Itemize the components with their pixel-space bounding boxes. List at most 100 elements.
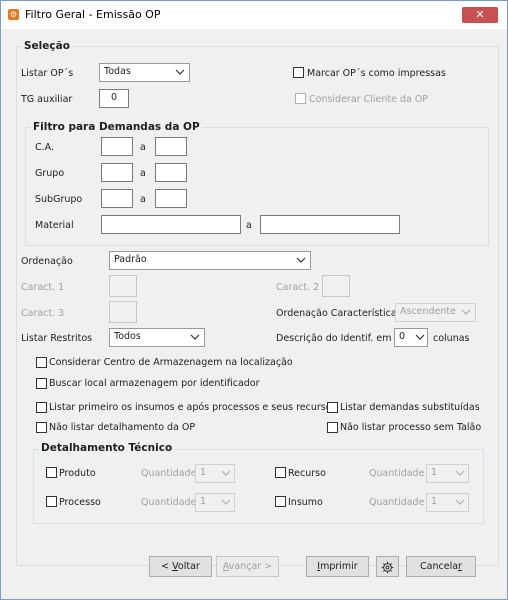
chevron-down-icon — [461, 309, 471, 315]
caract3-label: Caract. 3 — [21, 308, 65, 319]
processo-label: Processo — [59, 497, 101, 508]
listar-ops-select[interactable]: Todas — [99, 63, 190, 82]
produto-checkbox[interactable] — [46, 467, 57, 478]
caract2-label: Caract. 2 — [276, 282, 320, 293]
chevron-down-icon — [221, 470, 231, 476]
centro-checkbox[interactable] — [36, 357, 47, 368]
subgrupo-a-label: a — [140, 194, 146, 205]
listar-restritos-select[interactable]: Todos — [109, 328, 205, 347]
processo-checkbox[interactable] — [46, 496, 57, 507]
avancar-button[interactable]: Avançar > — [216, 556, 279, 577]
ordenacao-caract-label: Ordenação Característica — [276, 308, 397, 319]
ordenacao-select[interactable]: Padrão — [109, 251, 311, 270]
grupo-a-label: a — [140, 168, 146, 179]
chevron-down-icon — [296, 257, 306, 263]
tg-auxiliar-input[interactable]: 0 — [99, 89, 129, 108]
close-icon: ✕ — [475, 8, 485, 21]
title-bar: ⚙ Filtro Geral - Emissão OP ✕ — [1, 1, 507, 29]
considerar-cliente-checkbox[interactable] — [295, 93, 306, 104]
ca-from-input[interactable] — [101, 137, 133, 156]
listar-restritos-label: Listar Restritos — [21, 333, 93, 344]
recurso-label: Recurso — [288, 468, 326, 479]
chevron-down-icon — [221, 499, 231, 505]
substituidas-checkbox[interactable] — [327, 402, 338, 413]
buscar-label: Buscar local armazenagem por identificad… — [49, 378, 260, 389]
colunas-label: colunas — [433, 333, 470, 344]
produto-quantidade-label: Quantidade — [141, 468, 197, 479]
insumo-checkbox[interactable] — [275, 496, 286, 507]
listar-primeiro-checkbox[interactable] — [36, 402, 47, 413]
marcar-impressas-checkbox[interactable] — [293, 67, 304, 78]
tecnico-panel — [33, 449, 484, 524]
sem-talao-checkbox[interactable] — [327, 422, 338, 433]
recurso-quantidade-value: 1 — [431, 467, 438, 478]
descricao-value: 0 — [399, 331, 406, 342]
grupo-from-input[interactable] — [101, 163, 133, 182]
produto-label: Produto — [59, 468, 96, 479]
centro-label: Considerar Centro de Armazenagem na loca… — [49, 357, 293, 368]
buscar-checkbox[interactable] — [36, 378, 47, 389]
substituidas-label: Listar demandas substituídas — [340, 402, 480, 413]
insumo-quantidade-select[interactable]: 1 — [426, 493, 469, 512]
subgrupo-from-input[interactable] — [101, 189, 133, 208]
considerar-cliente-label: Considerar Cliente da OP — [309, 94, 429, 105]
chevron-down-icon — [415, 334, 425, 340]
tecnico-title: Detalhamento Técnico — [39, 442, 175, 454]
filtro-panel — [25, 127, 489, 246]
caract2-input[interactable] — [322, 275, 350, 297]
close-button[interactable]: ✕ — [462, 7, 498, 23]
caract1-label: Caract. 1 — [21, 282, 65, 293]
processo-quantidade-label: Quantidade — [141, 497, 197, 508]
nao-detalhamento-label: Não listar detalhamento da OP — [49, 422, 196, 433]
insumo-quantidade-label: Quantidade — [369, 497, 425, 508]
chevron-down-icon — [455, 499, 465, 505]
grupo-to-input[interactable] — [155, 163, 187, 182]
tg-auxiliar-label: TG auxiliar — [21, 94, 73, 105]
gear-icon — [381, 561, 394, 574]
caract1-input[interactable] — [109, 275, 137, 297]
insumo-quantidade-value: 1 — [431, 496, 438, 507]
material-to-input[interactable] — [260, 215, 400, 234]
recurso-checkbox[interactable] — [275, 467, 286, 478]
descricao-label: Descrição do Identif. em — [276, 333, 392, 344]
insumo-label: Insumo — [288, 497, 323, 508]
selecao-title: Seleção — [22, 40, 72, 52]
voltar-button[interactable]: < Voltar — [149, 556, 212, 577]
subgrupo-label: SubGrupo — [35, 194, 83, 205]
cancelar-pre: Cancela — [420, 561, 459, 572]
ca-a-label: a — [140, 142, 146, 153]
ordenacao-caract-select[interactable]: Ascendente — [395, 303, 476, 322]
chevron-down-icon — [175, 69, 185, 75]
caract3-input[interactable] — [109, 301, 137, 323]
sem-talao-label: Não listar processo sem Talão — [340, 422, 482, 433]
processo-quantidade-select[interactable]: 1 — [195, 493, 235, 512]
imprimir-button[interactable]: Imprimir — [306, 556, 369, 577]
ordenacao-caract-value: Ascendente — [400, 306, 457, 317]
filtro-title: Filtro para Demandas da OP — [31, 121, 202, 133]
material-from-input[interactable] — [101, 215, 241, 234]
app-icon: ⚙ — [8, 9, 19, 20]
marcar-impressas-label: Marcar OP´s como impressas — [307, 68, 446, 79]
material-label: Material — [35, 220, 74, 231]
listar-primeiro-label: Listar primeiro os insumos e após proces… — [49, 402, 337, 413]
voltar-pre: < — [161, 561, 173, 572]
chevron-down-icon — [455, 470, 465, 476]
ordenacao-label: Ordenação — [21, 256, 73, 267]
cancelar-button[interactable]: Cancelar — [406, 556, 476, 577]
grupo-label: Grupo — [35, 168, 65, 179]
listar-ops-value: Todas — [104, 66, 131, 77]
window-title: Filtro Geral - Emissão OP — [25, 8, 161, 21]
chevron-down-icon — [190, 334, 200, 340]
nao-detalhamento-checkbox[interactable] — [36, 422, 47, 433]
ca-to-input[interactable] — [155, 137, 187, 156]
produto-quantidade-value: 1 — [200, 467, 207, 478]
ca-label: C.A. — [35, 142, 55, 153]
recurso-quantidade-select[interactable]: 1 — [426, 464, 469, 483]
listar-restritos-value: Todos — [114, 331, 141, 342]
produto-quantidade-select[interactable]: 1 — [195, 464, 235, 483]
subgrupo-to-input[interactable] — [155, 189, 187, 208]
material-a-label: a — [246, 220, 252, 231]
descricao-select[interactable]: 0 — [394, 328, 428, 347]
settings-button[interactable] — [376, 556, 399, 577]
voltar-post: oltar — [177, 561, 200, 572]
